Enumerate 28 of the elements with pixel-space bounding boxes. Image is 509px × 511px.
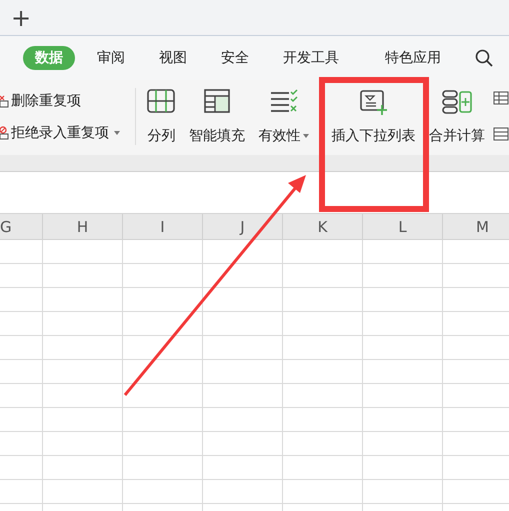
column-header[interactable]: H xyxy=(43,214,123,239)
column-header[interactable]: L xyxy=(363,214,443,239)
column-header[interactable]: M xyxy=(443,214,509,239)
blocked-icon xyxy=(0,126,9,140)
search-icon[interactable] xyxy=(475,49,493,67)
table-icon[interactable] xyxy=(493,127,509,141)
ribbon-button[interactable]: 删除重复项 xyxy=(11,92,81,110)
menu-tab[interactable]: 特色应用 xyxy=(373,46,453,70)
ribbon-button[interactable]: 插入下拉列表 xyxy=(331,127,416,145)
menu-tab[interactable]: 视图 xyxy=(147,46,199,70)
delete-icon xyxy=(0,94,9,108)
ribbon-button[interactable]: 拒绝录入重复项 xyxy=(11,124,109,142)
ribbon-button[interactable]: 分列 xyxy=(147,127,176,145)
menu-tab[interactable]: 安全 xyxy=(209,46,261,70)
column-header[interactable]: K xyxy=(283,214,363,239)
new-tab-button[interactable]: + xyxy=(9,6,34,30)
column-header[interactable]: G xyxy=(0,214,43,239)
column-header[interactable]: J xyxy=(203,214,283,239)
menu-tab[interactable]: 审阅 xyxy=(85,46,137,70)
menu-tab[interactable]: 开发工具 xyxy=(271,46,351,70)
ribbon-button[interactable]: 智能填充 xyxy=(189,127,246,145)
ribbon-button[interactable]: 有效性 xyxy=(258,127,300,145)
ribbon-button[interactable]: 合并计算 xyxy=(429,127,486,145)
column-header[interactable]: I xyxy=(123,214,203,239)
caret-icon[interactable] xyxy=(303,134,310,138)
table-icon[interactable] xyxy=(493,91,509,105)
column-split-icon[interactable] xyxy=(145,86,178,116)
caret-icon[interactable] xyxy=(114,130,120,134)
